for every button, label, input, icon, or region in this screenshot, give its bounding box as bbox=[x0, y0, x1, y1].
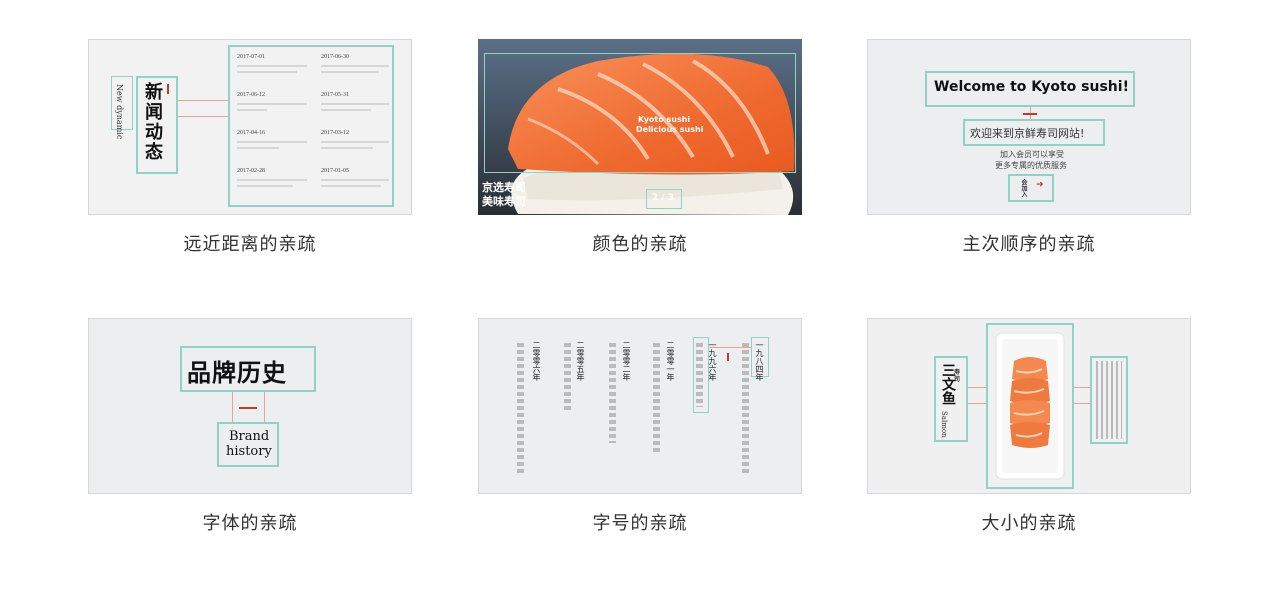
frame-box bbox=[484, 53, 796, 173]
card-caption: 主次顺序的亲疏 bbox=[962, 234, 1096, 255]
year-heading: 二零零二年 bbox=[622, 341, 631, 381]
news-date: 2017-07-01 bbox=[237, 54, 265, 60]
welcome-cn-text: 欢迎来到京鲜寿司网站! bbox=[970, 127, 1085, 140]
connector-line bbox=[968, 403, 986, 404]
news-date: 2017-05-31 bbox=[321, 92, 349, 98]
news-date: 2017-02-28 bbox=[237, 168, 265, 174]
year-heading: 二零零五年 bbox=[576, 341, 585, 381]
title-cn: 品牌历史 bbox=[187, 359, 287, 387]
year-desc bbox=[564, 343, 571, 413]
card-distance[interactable]: New dynamic 新闻动态 2017-07-01 2017-06-30 2… bbox=[88, 39, 412, 215]
news-date: 2017-06-12 bbox=[237, 92, 265, 98]
pager: 2 / 3 bbox=[652, 193, 675, 203]
card-caption: 字号的亲疏 bbox=[592, 513, 688, 534]
title-en-1: Brand bbox=[229, 429, 270, 444]
year-heading: 二零零一年 bbox=[666, 341, 675, 381]
card-order[interactable]: Welcome to Kyoto sushi! 欢迎来到京鲜寿司网站! 加入会员… bbox=[867, 39, 1191, 215]
card-caption: 颜色的亲疏 bbox=[592, 234, 688, 255]
year-heading: 一九八四年 bbox=[755, 341, 764, 381]
sub-text-2: 更多专属的优质服务 bbox=[995, 161, 1067, 170]
connector-line bbox=[232, 392, 233, 422]
desc-lines bbox=[1096, 361, 1122, 439]
center-text-1: Kyoto sushi bbox=[638, 115, 691, 124]
news-date: 2017-06-30 bbox=[321, 54, 349, 60]
title-cn: 三文鱼 bbox=[940, 363, 956, 405]
connector-line bbox=[968, 387, 986, 388]
title-en-2: history bbox=[226, 444, 272, 459]
card-font[interactable]: 品牌历史 Brand history bbox=[88, 318, 412, 494]
news-date: 2017-03-12 bbox=[321, 130, 349, 136]
join-button-label: 会加入 bbox=[1020, 179, 1027, 197]
welcome-text: Welcome to Kyoto sushi! bbox=[934, 79, 1129, 95]
card-caption: 字体的亲疏 bbox=[202, 513, 298, 534]
year-heading: 二零零六年 bbox=[532, 341, 541, 381]
card-caption: 远近距离的亲疏 bbox=[183, 234, 317, 255]
card-caption: 大小的亲疏 bbox=[981, 513, 1077, 534]
news-date: 2017-01-05 bbox=[321, 168, 349, 174]
card-color[interactable]: Kyoto sushi Delicious sushi 京选寿司 美味寿司 2 … bbox=[478, 39, 802, 215]
sub-text-1: 加入会员可以享受 bbox=[1000, 150, 1064, 159]
salmon-sushi-photo bbox=[995, 332, 1065, 480]
accent-mark bbox=[239, 407, 257, 409]
connector-line bbox=[1074, 403, 1090, 404]
news-list-box bbox=[228, 45, 394, 207]
arrow-right-icon: ➜ bbox=[1036, 180, 1044, 190]
connector-line bbox=[264, 392, 265, 422]
year-desc bbox=[742, 343, 749, 473]
card-size[interactable]: 寿司 三文鱼 Salmon bbox=[867, 318, 1191, 494]
accent-mark bbox=[167, 84, 169, 94]
accent-mark bbox=[1023, 113, 1037, 115]
news-date: 2017-04-16 bbox=[237, 130, 265, 136]
connector-line bbox=[1074, 387, 1090, 388]
year-desc bbox=[696, 343, 703, 407]
title-en: Salmon bbox=[940, 411, 948, 438]
card-fontsize[interactable]: 二零零六年 二零零五年 二零零二年 二零零一年 一九九六年 一九八四年 bbox=[478, 318, 802, 494]
year-desc bbox=[609, 343, 616, 443]
title-en: New dynamic bbox=[115, 84, 124, 140]
accent-mark bbox=[727, 353, 729, 361]
center-text-2: Delicious sushi bbox=[636, 125, 704, 134]
title-cn: 新闻动态 bbox=[142, 82, 163, 162]
connector-line bbox=[178, 100, 228, 101]
join-button-box[interactable] bbox=[1008, 174, 1054, 202]
year-desc bbox=[653, 343, 660, 453]
year-desc bbox=[517, 343, 524, 473]
corner-text-2: 美味寿司 bbox=[482, 195, 526, 208]
connector-line bbox=[178, 116, 228, 117]
